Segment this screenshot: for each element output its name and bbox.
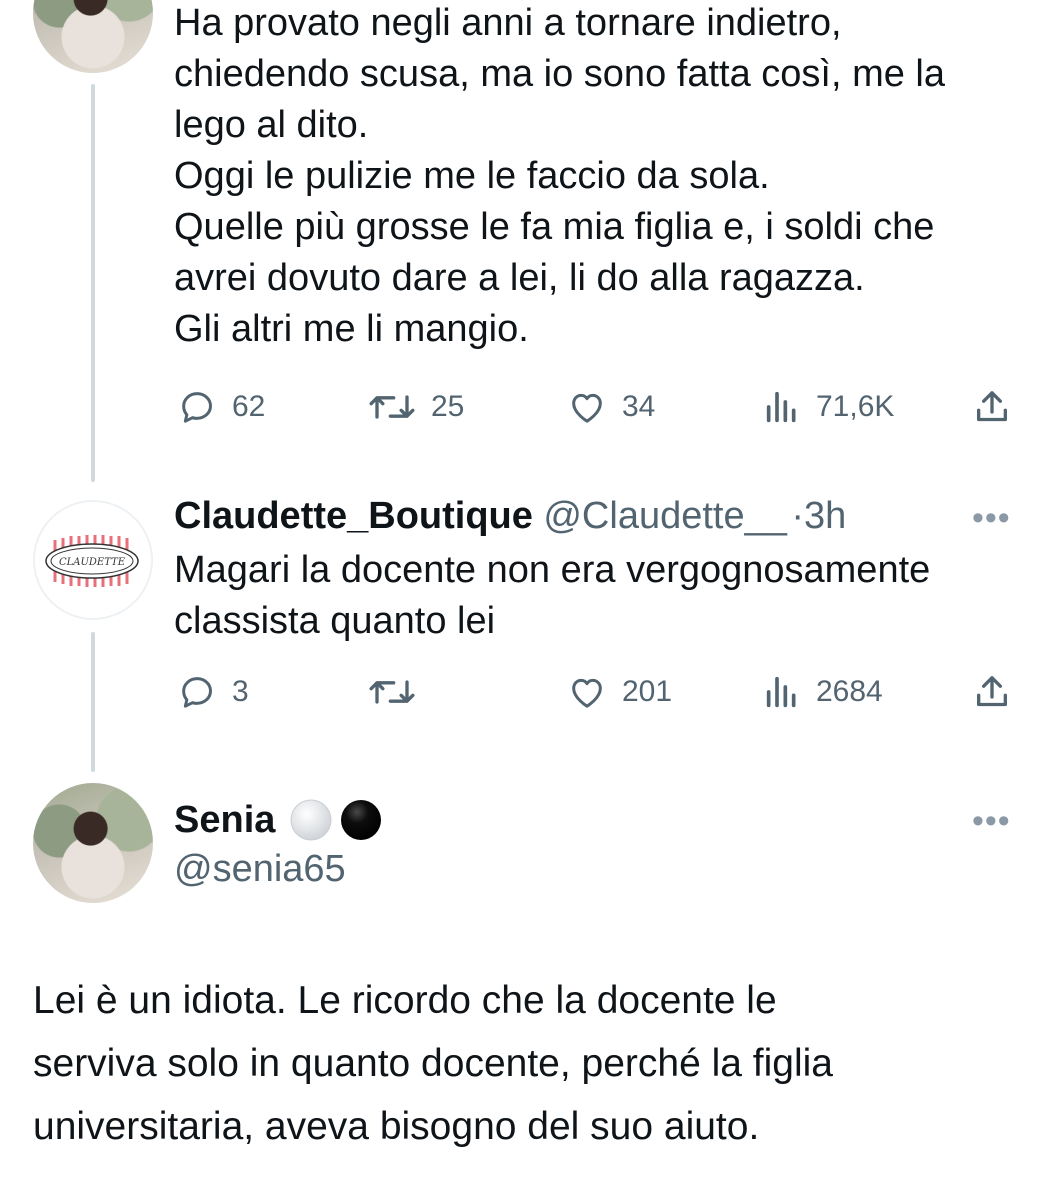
separator: · <box>791 495 804 537</box>
thread-line <box>91 632 95 772</box>
reply-button[interactable]: 62 <box>176 387 265 427</box>
reply-count: 3 <box>232 675 249 708</box>
like-button[interactable]: 34 <box>566 387 655 427</box>
heart-icon <box>572 678 602 708</box>
tweet-header: Claudette_Boutique @Claudette__ ·3h <box>174 491 846 549</box>
like-button[interactable]: 201 <box>566 672 672 712</box>
views-button[interactable]: 71,6K <box>762 387 894 427</box>
more-options-button[interactable]: ••• <box>972 802 1011 841</box>
reply-button[interactable]: 3 <box>176 672 249 712</box>
heart-icon <box>572 393 602 423</box>
share-icon <box>977 676 1007 707</box>
views-icon <box>766 676 796 708</box>
views-icon <box>766 391 796 423</box>
reply-count: 62 <box>232 390 266 423</box>
tweet-text: Ha provato negli anni a tornare indietro… <box>174 2 945 350</box>
black-circle-emoji <box>341 800 382 840</box>
share-button[interactable] <box>972 671 1012 713</box>
like-count: 34 <box>622 390 656 423</box>
retweet-icon <box>369 680 415 704</box>
timestamp[interactable]: 3h <box>804 495 846 537</box>
reply-icon <box>182 677 212 708</box>
more-options-button[interactable]: ••• <box>972 499 1011 538</box>
tweet-text: Magari la docente non era vergognosament… <box>174 549 931 642</box>
display-name[interactable]: Senia <box>174 795 275 845</box>
share-icon <box>977 391 1007 422</box>
handle[interactable]: @senia65 <box>174 846 346 892</box>
claudette-logo: CLAUDETTE <box>45 535 139 587</box>
like-count: 201 <box>622 675 673 708</box>
handle[interactable]: @Claudette__ <box>543 495 787 537</box>
avatar-claudette[interactable]: CLAUDETTE <box>33 500 153 620</box>
retweet-button[interactable] <box>367 672 431 712</box>
main-tweet-header: Senia <box>174 795 383 845</box>
white-circle-emoji <box>290 799 332 841</box>
retweet-icon <box>369 395 415 419</box>
claudette-logo-text: CLAUDETTE <box>59 557 126 568</box>
main-tweet-text: Lei è un idiota. Le ricordo che la docen… <box>33 979 833 1148</box>
retweet-count: 25 <box>431 390 465 423</box>
avatar-senia[interactable] <box>33 783 153 903</box>
views-count: 2684 <box>816 675 883 708</box>
retweet-button[interactable]: 25 <box>367 387 464 427</box>
avatar-senia-top[interactable] <box>33 0 153 73</box>
views-button[interactable]: 2684 <box>762 672 883 712</box>
views-count: 71,6K <box>816 390 895 423</box>
thread-line <box>91 84 95 482</box>
reply-icon <box>182 392 212 423</box>
share-button[interactable] <box>972 386 1012 428</box>
display-name[interactable]: Claudette_Boutique <box>174 495 533 537</box>
